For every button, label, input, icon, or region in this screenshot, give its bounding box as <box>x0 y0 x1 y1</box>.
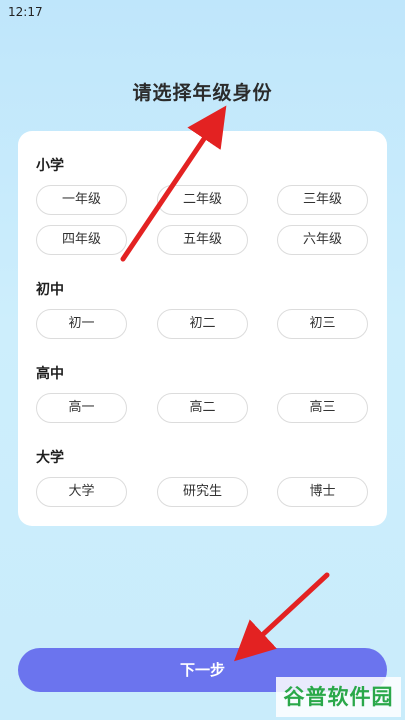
section-title-university: 大学 <box>36 450 64 466</box>
grade-chip-undergraduate[interactable]: 大学 <box>36 477 127 507</box>
grade-chip-grade-5[interactable]: 五年级 <box>157 225 248 255</box>
watermark-text: 谷普软件园 <box>283 685 394 709</box>
grade-chip-junior-1[interactable]: 初一 <box>36 309 127 339</box>
grade-chip-junior-2[interactable]: 初二 <box>157 309 248 339</box>
page-title: 请选择年级身份 <box>132 82 273 104</box>
status-bar: 12:17 <box>0 0 405 24</box>
grade-chip-grade-4[interactable]: 四年级 <box>36 225 127 255</box>
grade-chip-graduate[interactable]: 研究生 <box>157 477 248 507</box>
grade-chip-senior-2[interactable]: 高二 <box>157 393 248 423</box>
grade-selection-card: 小学 一年级 二年级 三年级 四年级 五年级 六年级 初中 初一 初二 初三 高… <box>18 131 387 526</box>
grade-chip-senior-3[interactable]: 高三 <box>277 393 368 423</box>
grade-chip-grade-6[interactable]: 六年级 <box>277 225 368 255</box>
grade-chip-grade-2[interactable]: 二年级 <box>157 185 248 215</box>
grade-chip-junior-3[interactable]: 初三 <box>277 309 368 339</box>
watermark-logo: 谷普软件园 <box>276 677 401 717</box>
grade-chip-grade-1[interactable]: 一年级 <box>36 185 127 215</box>
status-time: 12:17 <box>8 5 43 19</box>
grade-chip-grade-3[interactable]: 三年级 <box>277 185 368 215</box>
section-title-junior-high: 初中 <box>36 282 64 298</box>
grade-chip-senior-1[interactable]: 高一 <box>36 393 127 423</box>
grade-chip-doctorate[interactable]: 博士 <box>277 477 368 507</box>
section-title-senior-high: 高中 <box>36 366 64 382</box>
section-title-primary: 小学 <box>36 158 64 174</box>
